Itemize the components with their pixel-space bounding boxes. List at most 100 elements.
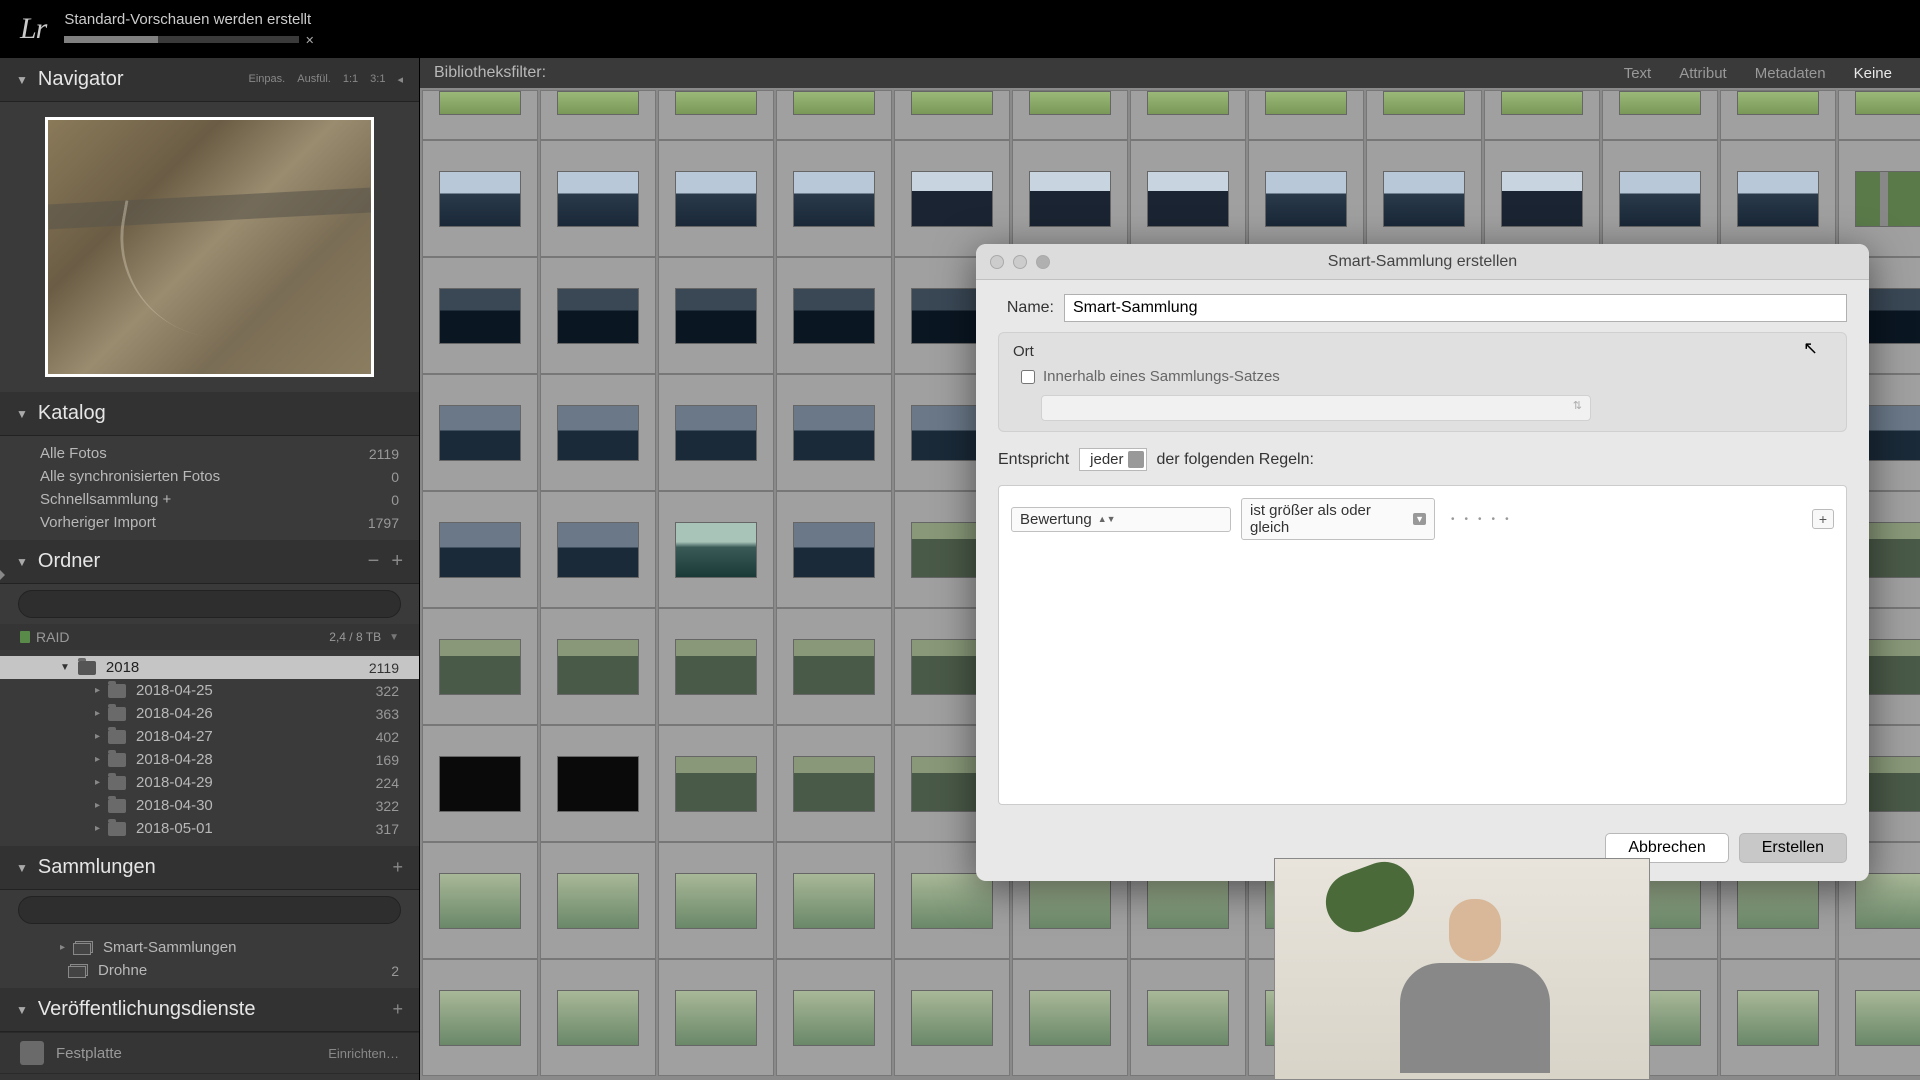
thumbnail-cell[interactable] — [1130, 90, 1246, 140]
folder-date[interactable]: ▸2018-04-25322 — [0, 679, 419, 702]
thumbnail-cell[interactable] — [540, 842, 656, 959]
add-folder-icon[interactable]: + — [391, 550, 403, 573]
chevron-icon[interactable]: ◂ — [397, 73, 403, 86]
thumbnail-cell[interactable] — [1720, 90, 1836, 140]
katalog-item[interactable]: Alle Fotos2119 — [0, 442, 419, 465]
thumbnail-cell[interactable] — [1130, 140, 1246, 257]
navigator-header[interactable]: ▼ Navigator Einpas. Ausfül. 1:1 3:1 ◂ — [0, 58, 419, 102]
volume-header[interactable]: RAID 2,4 / 8 TB ▼ — [0, 624, 419, 650]
thumbnail-cell[interactable] — [1838, 90, 1920, 140]
rule-field-select[interactable]: Bewertung▲▼ — [1011, 507, 1231, 532]
rule-op-select[interactable]: ist größer als oder gleich▼ — [1241, 498, 1435, 540]
thumbnail-cell[interactable] — [1248, 90, 1364, 140]
thumbnail-cell[interactable] — [422, 491, 538, 608]
publish-header[interactable]: ▼ Veröffentlichungsdienste + — [0, 988, 419, 1032]
thumbnail-cell[interactable] — [540, 725, 656, 842]
folder-date[interactable]: ▸2018-04-30322 — [0, 794, 419, 817]
folder-date[interactable]: ▸2018-04-28169 — [0, 748, 419, 771]
thumbnail-cell[interactable] — [540, 140, 656, 257]
thumbnail-cell[interactable] — [776, 725, 892, 842]
set-select[interactable] — [1041, 395, 1591, 421]
inside-set-checkbox[interactable]: Innerhalb eines Sammlungs-Satzes — [1021, 368, 1832, 385]
thumbnail-cell[interactable] — [1838, 959, 1920, 1076]
thumbnail-cell[interactable] — [658, 491, 774, 608]
add-publish-icon[interactable]: + — [392, 999, 403, 1020]
filter-keine[interactable]: Keine — [1840, 65, 1906, 82]
thumbnail-cell[interactable] — [658, 374, 774, 491]
katalog-item[interactable]: Alle synchronisierten Fotos0 — [0, 465, 419, 488]
create-button[interactable]: Erstellen — [1739, 833, 1847, 863]
thumbnail-cell[interactable] — [540, 959, 656, 1076]
thumbnail-cell[interactable] — [1012, 90, 1128, 140]
chevron-down-icon[interactable]: ▼ — [389, 632, 399, 643]
thumbnail-cell[interactable] — [422, 725, 538, 842]
thumbnail-cell[interactable] — [1838, 140, 1920, 257]
thumbnail-cell[interactable] — [776, 842, 892, 959]
thumbnail-cell[interactable] — [658, 842, 774, 959]
thumbnail-cell[interactable] — [776, 374, 892, 491]
match-select[interactable]: jeder — [1079, 448, 1146, 471]
thumbnail-cell[interactable] — [1248, 140, 1364, 257]
collection-item[interactable]: Drohne2 — [0, 959, 419, 982]
thumbnail-cell[interactable] — [894, 140, 1010, 257]
thumbnail-cell[interactable] — [422, 140, 538, 257]
thumbnail-cell[interactable] — [658, 725, 774, 842]
publish-service[interactable]: FestplatteEinrichten… — [0, 1032, 419, 1073]
navigator-preview[interactable] — [0, 102, 419, 392]
thumbnail-cell[interactable] — [894, 90, 1010, 140]
thumbnail-cell[interactable] — [776, 257, 892, 374]
thumbnail-cell[interactable] — [776, 608, 892, 725]
thumbnail-cell[interactable] — [776, 140, 892, 257]
filter-attribut[interactable]: Attribut — [1665, 65, 1741, 82]
publish-service[interactable]: Adobe StockEinrichten… — [0, 1073, 419, 1080]
thumbnail-cell[interactable] — [1484, 140, 1600, 257]
thumbnail-cell[interactable] — [1720, 140, 1836, 257]
thumbnail-cell[interactable] — [658, 959, 774, 1076]
thumbnail-cell[interactable] — [776, 90, 892, 140]
folder-date[interactable]: ▸2018-04-26363 — [0, 702, 419, 725]
add-rule-button[interactable]: + — [1812, 509, 1834, 529]
thumbnail-cell[interactable] — [540, 374, 656, 491]
collection-item[interactable]: ▸Smart-Sammlungen — [0, 936, 419, 959]
dialog-titlebar[interactable]: Smart-Sammlung erstellen — [976, 244, 1869, 280]
thumbnail-cell[interactable] — [422, 959, 538, 1076]
thumbnail-cell[interactable] — [540, 491, 656, 608]
thumbnail-cell[interactable] — [540, 257, 656, 374]
thumbnail-cell[interactable] — [1366, 90, 1482, 140]
thumbnail-cell[interactable] — [1720, 959, 1836, 1076]
katalog-item[interactable]: Schnellsammlung +0 — [0, 488, 419, 511]
folder-search-input[interactable] — [18, 590, 401, 618]
thumbnail-cell[interactable] — [540, 608, 656, 725]
name-input[interactable] — [1064, 294, 1847, 322]
thumbnail-cell[interactable] — [1602, 90, 1718, 140]
thumbnail-cell[interactable] — [658, 90, 774, 140]
katalog-header[interactable]: ▼ Katalog — [0, 392, 419, 436]
thumbnail-cell[interactable] — [894, 959, 1010, 1076]
thumbnail-cell[interactable] — [422, 608, 538, 725]
rating-stars[interactable]: ••••• — [1451, 514, 1509, 525]
thumbnail-cell[interactable] — [540, 90, 656, 140]
thumbnail-cell[interactable] — [422, 842, 538, 959]
thumbnail-cell[interactable] — [776, 959, 892, 1076]
ordner-header[interactable]: ▼ Ordner − + — [0, 540, 419, 584]
navigator-zoom-modes[interactable]: Einpas. Ausfül. 1:1 3:1 ◂ — [249, 73, 403, 86]
add-collection-icon[interactable]: + — [392, 857, 403, 878]
thumbnail-cell[interactable] — [1012, 140, 1128, 257]
thumbnail-cell[interactable] — [658, 140, 774, 257]
thumbnail-cell[interactable] — [1012, 959, 1128, 1076]
thumbnail-cell[interactable] — [658, 608, 774, 725]
thumbnail-cell[interactable] — [422, 90, 538, 140]
folder-date[interactable]: ▸2018-04-27402 — [0, 725, 419, 748]
progress-cancel-icon[interactable]: ✕ — [305, 34, 314, 47]
thumbnail-cell[interactable] — [1484, 90, 1600, 140]
katalog-item[interactable]: Vorheriger Import1797 — [0, 511, 419, 534]
folder-year[interactable]: ▼ 2018 2119 — [0, 656, 419, 679]
thumbnail-cell[interactable] — [1602, 140, 1718, 257]
collection-search-input[interactable] — [18, 896, 401, 924]
remove-folder-icon[interactable]: − — [368, 550, 380, 573]
thumbnail-cell[interactable] — [422, 257, 538, 374]
folder-date[interactable]: ▸2018-04-29224 — [0, 771, 419, 794]
thumbnail-cell[interactable] — [658, 257, 774, 374]
thumbnail-cell[interactable] — [1366, 140, 1482, 257]
thumbnail-cell[interactable] — [776, 491, 892, 608]
